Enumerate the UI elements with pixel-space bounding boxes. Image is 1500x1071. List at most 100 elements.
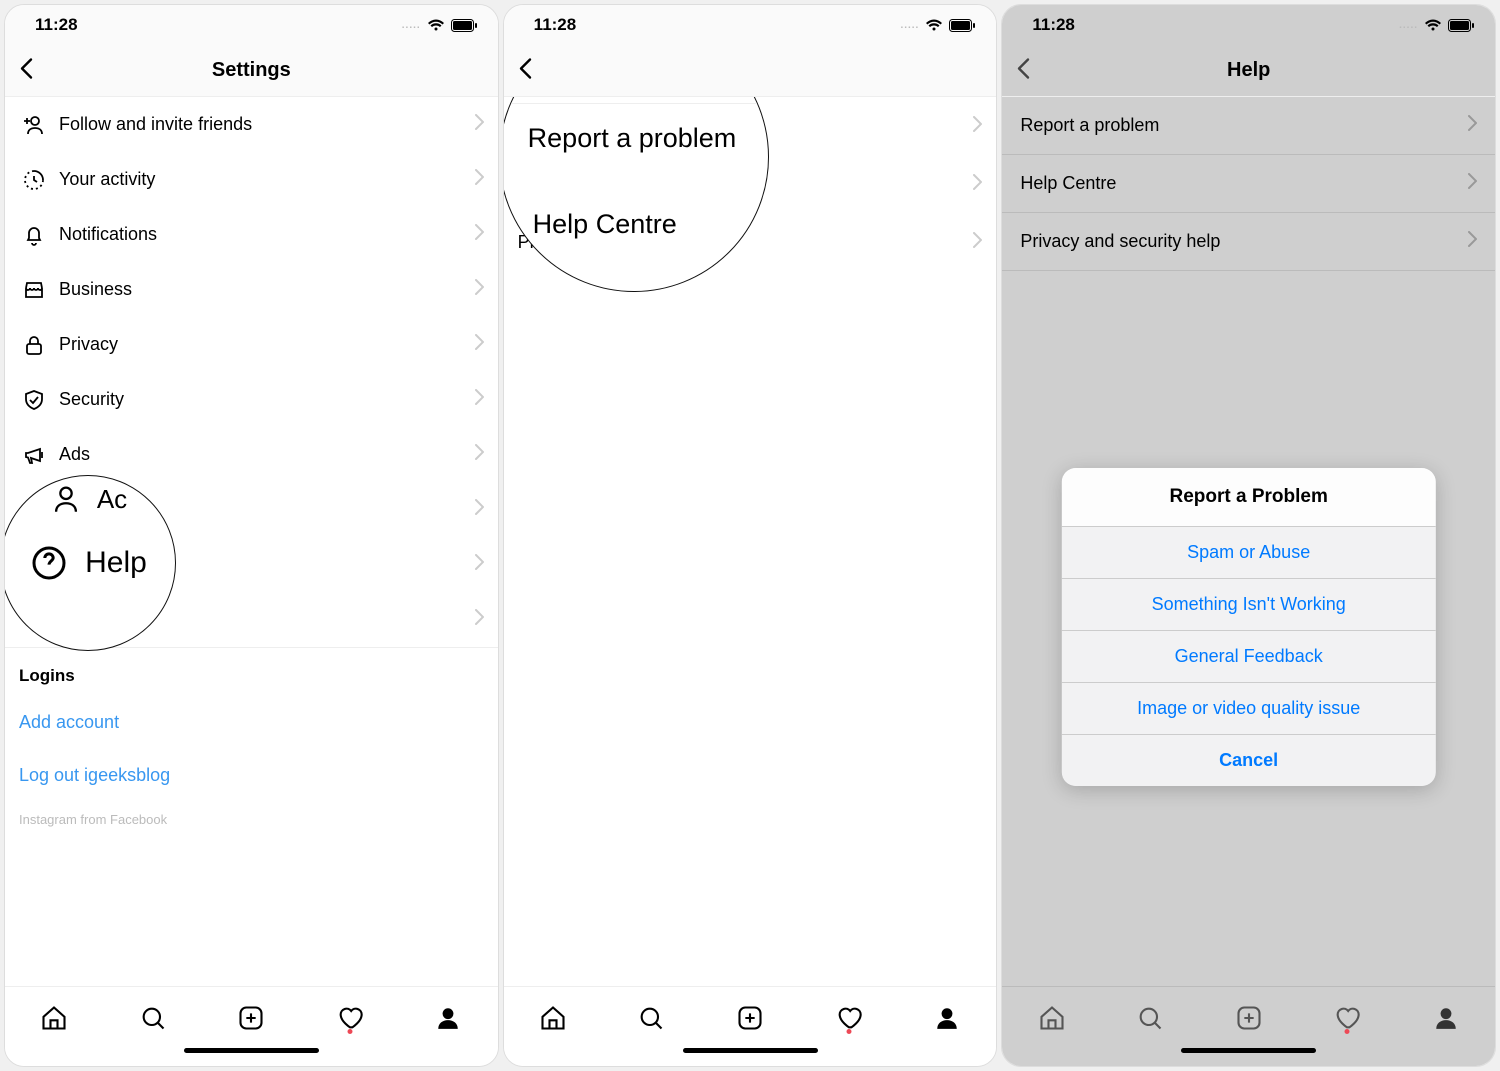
add-icon <box>1235 1004 1263 1032</box>
tab-profile[interactable] <box>927 1005 967 1031</box>
logins-header: Logins <box>5 648 498 696</box>
page-title: Settings <box>212 59 291 82</box>
settings-row-security[interactable]: Security <box>5 372 498 427</box>
help-row-privacy[interactable]: Pri <box>504 213 997 271</box>
settings-row-account[interactable]: Account <box>5 482 498 537</box>
tab-activity[interactable] <box>1327 1004 1367 1032</box>
notification-dot <box>846 1029 851 1034</box>
profile-icon <box>1433 1005 1459 1031</box>
tab-profile[interactable] <box>1426 1005 1466 1031</box>
tab-add[interactable] <box>730 1004 770 1032</box>
loading-dots: ..... <box>900 20 919 31</box>
nav-header: Help <box>1002 45 1495 97</box>
action-spam[interactable]: Spam or Abuse <box>1061 526 1435 578</box>
back-button[interactable] <box>19 57 33 84</box>
wifi-icon <box>925 18 943 32</box>
status-indicators: ..... <box>900 18 976 32</box>
tab-activity[interactable] <box>330 1004 370 1032</box>
heart-icon <box>1333 1004 1361 1032</box>
status-time: 11:28 <box>1032 15 1075 35</box>
help-row-centre[interactable]: Help Centre <box>504 155 997 213</box>
chevron-right-icon <box>475 499 484 520</box>
footer-text: Instagram from Facebook <box>5 802 498 829</box>
chevron-right-icon <box>475 224 484 245</box>
row-label: Notifications <box>59 224 475 245</box>
nav-header: Settings <box>5 45 498 97</box>
bell-icon <box>19 223 49 247</box>
tab-home[interactable] <box>1032 1004 1072 1032</box>
back-button[interactable] <box>518 57 532 84</box>
settings-row-ads[interactable]: Ads <box>5 427 498 482</box>
chevron-left-icon <box>19 57 33 79</box>
nav-header <box>504 45 997 97</box>
notification-dot <box>1345 1029 1350 1034</box>
chevron-right-icon <box>973 174 982 195</box>
help-content: Report a problem Help Centre Pri Report … <box>504 97 997 986</box>
loading-dots: ..... <box>402 20 421 31</box>
row-label: Pri <box>518 232 974 253</box>
row-label: Your activity <box>59 169 475 190</box>
profile-icon <box>435 1005 461 1031</box>
settings-row-notifications[interactable]: Notifications <box>5 207 498 262</box>
chevron-right-icon <box>973 116 982 137</box>
settings-row-privacy[interactable]: Privacy <box>5 317 498 372</box>
tab-bar <box>5 986 498 1048</box>
tab-activity[interactable] <box>829 1004 869 1032</box>
phone-action-sheet: 11:28 ..... Help Report a problem Help C… <box>1001 4 1496 1067</box>
wifi-icon <box>1424 18 1442 32</box>
settings-content: Follow and invite friends Your activity … <box>5 97 498 986</box>
help-row-centre[interactable]: Help Centre <box>1002 155 1495 213</box>
home-indicator <box>504 1048 997 1066</box>
action-sheet-title: Report a Problem <box>1061 468 1435 526</box>
row-label: Security <box>59 389 475 410</box>
tab-home[interactable] <box>34 1004 74 1032</box>
chevron-right-icon <box>475 279 484 300</box>
tab-home[interactable] <box>533 1004 573 1032</box>
page-title: Help <box>1227 59 1270 82</box>
settings-row-help[interactable]: Help <box>5 537 498 592</box>
search-icon <box>637 1004 665 1032</box>
add-account-link[interactable]: Add account <box>5 696 498 749</box>
chevron-right-icon <box>1468 115 1477 136</box>
settings-row-follow[interactable]: Follow and invite friends <box>5 97 498 152</box>
battery-icon <box>1448 19 1475 32</box>
storefront-icon <box>19 278 49 302</box>
status-time: 11:28 <box>534 15 577 35</box>
settings-row-activity[interactable]: Your activity <box>5 152 498 207</box>
chevron-right-icon <box>1468 231 1477 252</box>
chevron-right-icon <box>973 232 982 253</box>
help-row-report[interactable]: Report a problem <box>1002 97 1495 155</box>
action-sheet: Report a Problem Spam or Abuse Something… <box>1061 468 1435 786</box>
logout-link[interactable]: Log out igeeksblog <box>5 749 498 802</box>
help-row-report[interactable]: Report a problem <box>504 97 997 155</box>
tab-add[interactable] <box>1229 1004 1269 1032</box>
home-indicator <box>1002 1048 1495 1066</box>
add-icon <box>736 1004 764 1032</box>
tab-add[interactable] <box>231 1004 271 1032</box>
help-row-privacy[interactable]: Privacy and security help <box>1002 213 1495 271</box>
row-label: Help Centre <box>1020 173 1468 194</box>
row-label: Report a problem <box>1020 115 1468 136</box>
back-button[interactable] <box>1016 57 1030 84</box>
settings-row-business[interactable]: Business <box>5 262 498 317</box>
settings-row-about[interactable]: About <box>5 592 498 647</box>
heart-icon <box>336 1004 364 1032</box>
status-indicators: ..... <box>402 18 478 32</box>
tab-bar <box>1002 986 1495 1048</box>
loading-dots: ..... <box>1399 20 1418 31</box>
action-quality[interactable]: Image or video quality issue <box>1061 682 1435 734</box>
action-not-working[interactable]: Something Isn't Working <box>1061 578 1435 630</box>
tab-profile[interactable] <box>428 1005 468 1031</box>
tab-search[interactable] <box>1130 1004 1170 1032</box>
profile-icon <box>934 1005 960 1031</box>
search-icon <box>139 1004 167 1032</box>
status-indicators: ..... <box>1399 18 1475 32</box>
action-feedback[interactable]: General Feedback <box>1061 630 1435 682</box>
tab-search[interactable] <box>631 1004 671 1032</box>
tab-search[interactable] <box>133 1004 173 1032</box>
row-label: Follow and invite friends <box>59 114 475 135</box>
action-cancel[interactable]: Cancel <box>1061 734 1435 786</box>
chevron-left-icon <box>518 57 532 79</box>
row-label: Business <box>59 279 475 300</box>
wifi-icon <box>427 18 445 32</box>
